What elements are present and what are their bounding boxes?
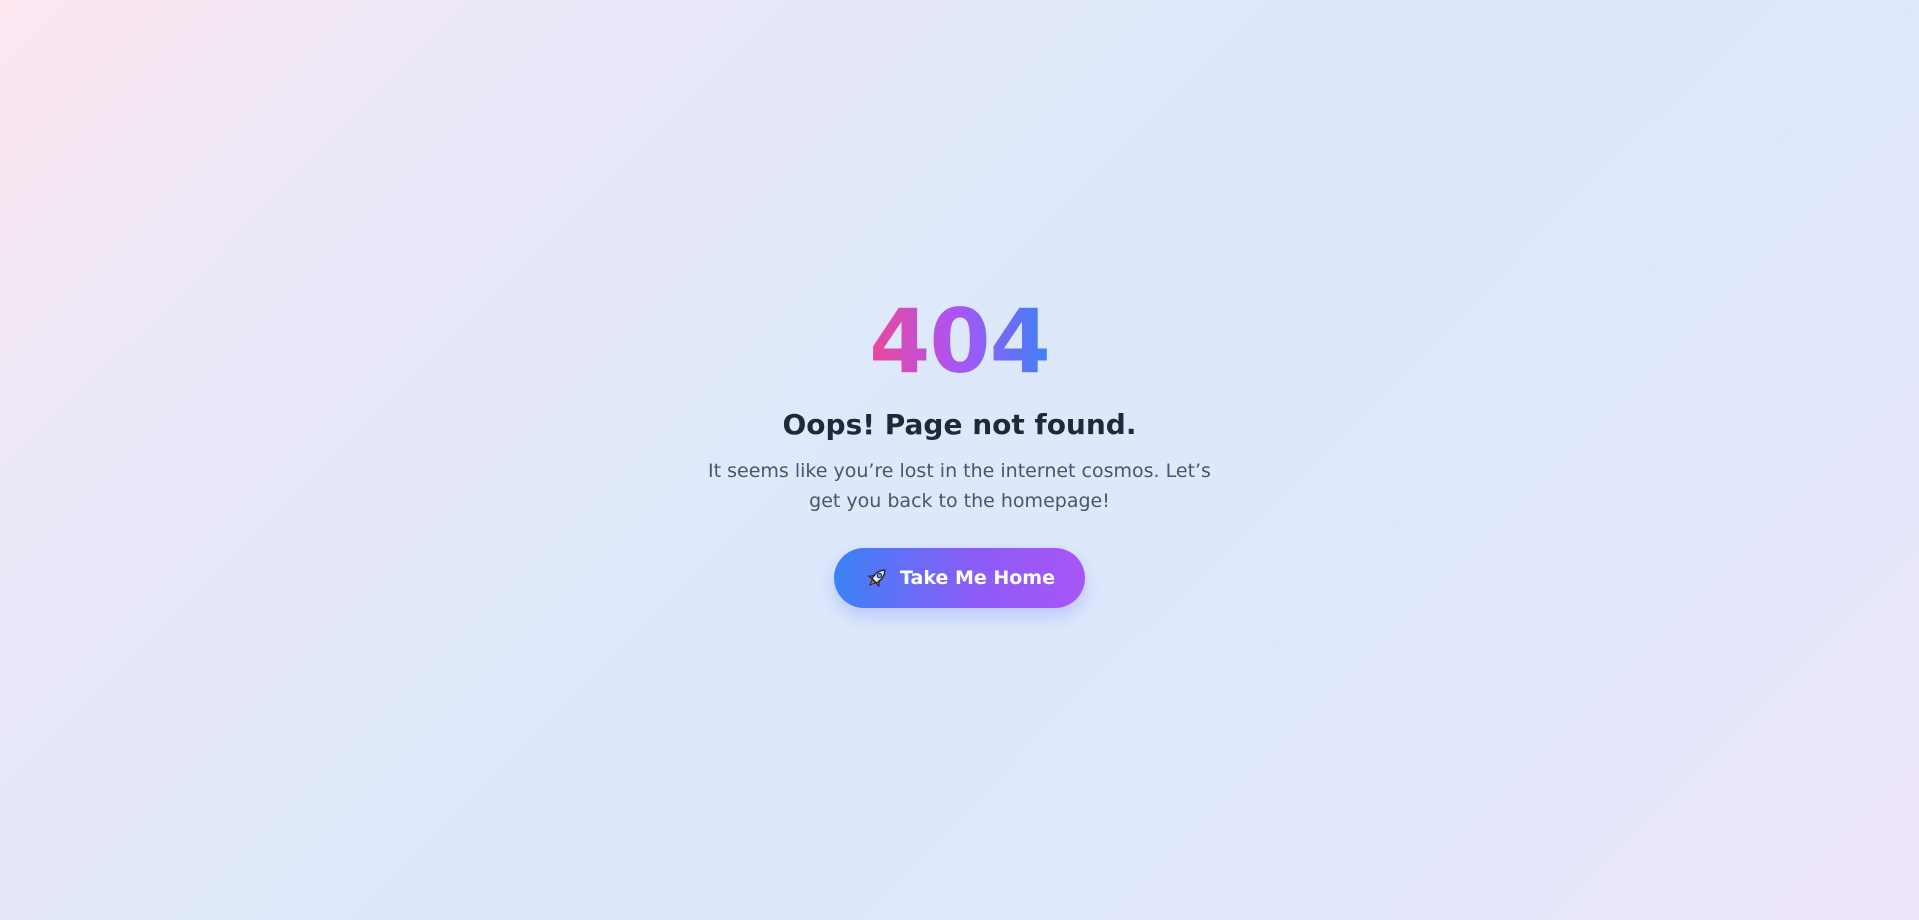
error-code: 404 — [869, 290, 1051, 394]
take-me-home-button[interactable]: Take Me Home — [833, 547, 1085, 608]
take-me-home-label: Take Me Home — [899, 566, 1055, 589]
error-message: It seems like you’re lost in the interne… — [708, 459, 1211, 512]
not-found-content: 404 Oops! Page not found. It seems like … — [680, 298, 1240, 608]
rocket-icon — [864, 565, 890, 591]
page-headline: Oops! Page not found. — [782, 408, 1137, 442]
error-code-wrapper: 404 — [680, 298, 1240, 408]
not-found-page: 404 Oops! Page not found. It seems like … — [0, 0, 1919, 920]
